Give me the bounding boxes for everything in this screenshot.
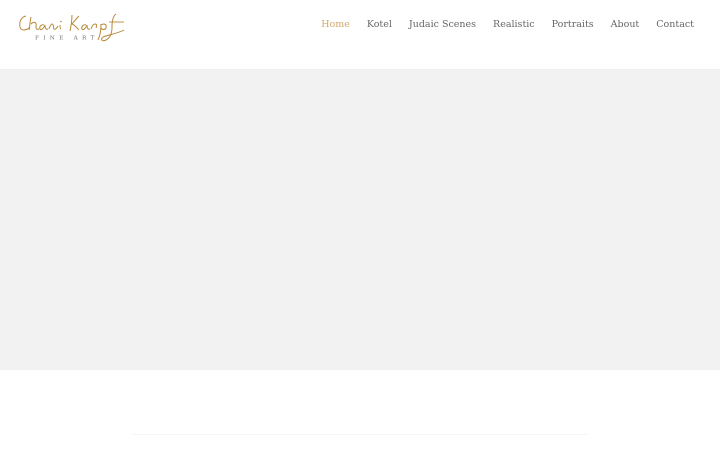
content-divider: [132, 434, 588, 435]
nav-kotel[interactable]: Kotel: [367, 18, 392, 32]
nav-judaic-scenes[interactable]: Judaic Scenes: [409, 18, 476, 32]
site-header: FINE ART Home Kotel Judaic Scenes Realis…: [0, 0, 720, 70]
nav-home[interactable]: Home: [321, 18, 350, 32]
site-logo[interactable]: FINE ART: [18, 9, 126, 43]
main-navigation: Home Kotel Judaic Scenes Realistic Portr…: [304, 18, 694, 32]
chani-karp-logo-icon: FINE ART: [19, 13, 125, 42]
brand-tagline: FINE ART: [35, 36, 99, 42]
nav-about[interactable]: About: [611, 18, 640, 32]
hero-banner: [0, 70, 720, 370]
page-content: [0, 370, 720, 450]
nav-contact[interactable]: Contact: [656, 18, 694, 32]
nav-realistic[interactable]: Realistic: [493, 18, 535, 32]
nav-portraits[interactable]: Portraits: [552, 18, 594, 32]
